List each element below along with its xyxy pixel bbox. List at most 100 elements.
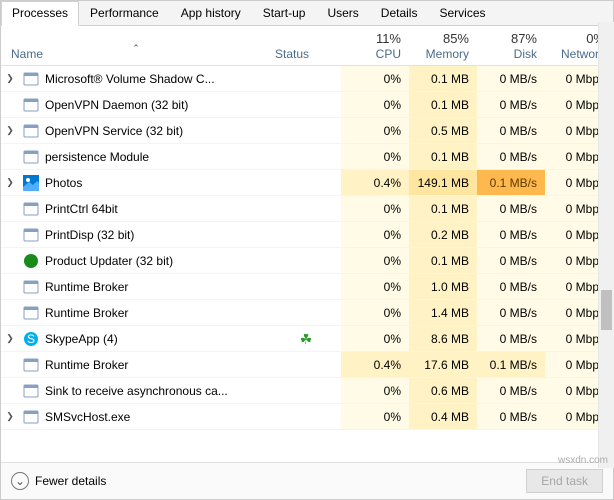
process-name: Microsoft® Volume Shadow C... xyxy=(43,72,271,86)
expander-icon[interactable]: ❯ xyxy=(1,411,19,422)
svg-text:S: S xyxy=(27,332,35,346)
table-row[interactable]: ❯OpenVPN Service (32 bit)0%0.5 MB0 MB/s0… xyxy=(1,118,613,144)
memory-cell: 0.2 MB xyxy=(409,222,477,247)
tab-performance[interactable]: Performance xyxy=(79,1,170,25)
col-name-label: Name xyxy=(11,47,43,61)
table-row[interactable]: Runtime Broker0%1.0 MB0 MB/s0 Mbps xyxy=(1,274,613,300)
tab-details[interactable]: Details xyxy=(370,1,429,25)
end-task-button[interactable]: End task xyxy=(526,469,603,493)
process-name: OpenVPN Daemon (32 bit) xyxy=(43,98,271,112)
tab-services[interactable]: Services xyxy=(428,1,496,25)
table-row[interactable]: PrintCtrl 64bit0%0.1 MB0 MB/s0 Mbps xyxy=(1,196,613,222)
table-row[interactable]: ❯Photos0.4%149.1 MB0.1 MB/s0 Mbps xyxy=(1,170,613,196)
cpu-cell: 0% xyxy=(341,248,409,273)
process-icon xyxy=(23,97,39,113)
process-icon xyxy=(23,279,39,295)
cpu-pct: 11% xyxy=(376,31,401,46)
table-row[interactable]: PrintDisp (32 bit)0%0.2 MB0 MB/s0 Mbps xyxy=(1,222,613,248)
col-header-disk[interactable]: 87% Disk xyxy=(477,29,545,65)
table-row[interactable]: OpenVPN Daemon (32 bit)0%0.1 MB0 MB/s0 M… xyxy=(1,92,613,118)
cpu-cell: 0% xyxy=(341,378,409,403)
memory-cell: 1.4 MB xyxy=(409,300,477,325)
column-headers: ⌃ Name Status 11% CPU 85% Memory 87% Dis… xyxy=(1,26,613,66)
table-row[interactable]: Product Updater (32 bit)0%0.1 MB0 MB/s0 … xyxy=(1,248,613,274)
process-list[interactable]: ❯Microsoft® Volume Shadow C...0%0.1 MB0 … xyxy=(1,66,613,462)
process-name: SMSvcHost.exe xyxy=(43,410,271,424)
memory-cell: 149.1 MB xyxy=(409,170,477,195)
table-row[interactable]: ❯SMSvcHost.exe0%0.4 MB0 MB/s0 Mbps xyxy=(1,404,613,430)
memory-cell: 1.0 MB xyxy=(409,274,477,299)
cpu-cell: 0% xyxy=(341,144,409,169)
process-status: ☘ xyxy=(271,332,341,346)
process-name: Runtime Broker xyxy=(43,280,271,294)
table-row[interactable]: persistence Module0%0.1 MB0 MB/s0 Mbps xyxy=(1,144,613,170)
process-icon xyxy=(23,357,39,373)
cpu-cell: 0% xyxy=(341,196,409,221)
memory-cell: 0.1 MB xyxy=(409,144,477,169)
col-header-status[interactable]: Status xyxy=(271,45,341,65)
disk-label: Disk xyxy=(514,47,537,61)
process-name: PrintDisp (32 bit) xyxy=(43,228,271,242)
expander-icon[interactable]: ❯ xyxy=(1,333,19,344)
disk-cell: 0 MB/s xyxy=(477,222,545,247)
disk-cell: 0 MB/s xyxy=(477,118,545,143)
col-header-cpu[interactable]: 11% CPU xyxy=(341,29,409,65)
fewer-details-label: Fewer details xyxy=(35,474,106,488)
table-row[interactable]: ❯SSkypeApp (4)☘0%8.6 MB0 MB/s0 Mbps xyxy=(1,326,613,352)
disk-cell: 0 MB/s xyxy=(477,144,545,169)
process-icon xyxy=(23,149,39,165)
mem-label: Memory xyxy=(426,47,469,61)
table-row[interactable]: Runtime Broker0.4%17.6 MB0.1 MB/s0 Mbps xyxy=(1,352,613,378)
expander-icon[interactable]: ❯ xyxy=(1,125,19,136)
expander-icon[interactable]: ❯ xyxy=(1,73,19,84)
process-icon xyxy=(23,123,39,139)
tab-start-up[interactable]: Start-up xyxy=(252,1,317,25)
expander-icon[interactable]: ❯ xyxy=(1,177,19,188)
process-icon xyxy=(23,409,39,425)
vertical-scrollbar[interactable] xyxy=(598,22,614,468)
tab-app-history[interactable]: App history xyxy=(170,1,252,25)
tab-strip: ProcessesPerformanceApp historyStart-upU… xyxy=(1,1,613,26)
disk-cell: 0.1 MB/s xyxy=(477,352,545,377)
disk-cell: 0 MB/s xyxy=(477,300,545,325)
memory-cell: 0.1 MB xyxy=(409,66,477,91)
disk-cell: 0 MB/s xyxy=(477,248,545,273)
process-name: persistence Module xyxy=(43,150,271,164)
cpu-cell: 0% xyxy=(341,222,409,247)
tab-users[interactable]: Users xyxy=(316,1,369,25)
sort-ascending-icon: ⌃ xyxy=(132,43,140,54)
table-row[interactable]: Runtime Broker0%1.4 MB0 MB/s0 Mbps xyxy=(1,300,613,326)
disk-cell: 0 MB/s xyxy=(477,92,545,117)
col-header-memory[interactable]: 85% Memory xyxy=(409,29,477,65)
process-name: PrintCtrl 64bit xyxy=(43,202,271,216)
process-name: Photos xyxy=(43,176,271,190)
memory-cell: 0.5 MB xyxy=(409,118,477,143)
process-name: Runtime Broker xyxy=(43,306,271,320)
disk-pct: 87% xyxy=(511,31,537,46)
process-icon xyxy=(23,175,39,191)
footer-bar: Fewer details End task xyxy=(1,462,613,499)
cpu-label: CPU xyxy=(376,47,401,61)
process-icon xyxy=(23,201,39,217)
tab-processes[interactable]: Processes xyxy=(1,1,79,26)
disk-cell: 0 MB/s xyxy=(477,66,545,91)
process-name: Product Updater (32 bit) xyxy=(43,254,271,268)
memory-cell: 17.6 MB xyxy=(409,352,477,377)
process-icon xyxy=(23,253,39,269)
memory-cell: 8.6 MB xyxy=(409,326,477,351)
process-icon xyxy=(23,383,39,399)
table-row[interactable]: ❯Microsoft® Volume Shadow C...0%0.1 MB0 … xyxy=(1,66,613,92)
chevron-down-icon xyxy=(11,472,29,490)
scrollbar-thumb[interactable] xyxy=(601,290,612,330)
process-name: OpenVPN Service (32 bit) xyxy=(43,124,271,138)
memory-cell: 0.4 MB xyxy=(409,404,477,429)
cpu-cell: 0% xyxy=(341,274,409,299)
fewer-details-toggle[interactable]: Fewer details xyxy=(11,472,106,490)
process-name: Runtime Broker xyxy=(43,358,271,372)
col-header-name[interactable]: ⌃ Name xyxy=(1,45,271,65)
disk-cell: 0 MB/s xyxy=(477,196,545,221)
disk-cell: 0 MB/s xyxy=(477,326,545,351)
table-row[interactable]: Sink to receive asynchronous ca...0%0.6 … xyxy=(1,378,613,404)
process-icon xyxy=(23,227,39,243)
process-name: SkypeApp (4) xyxy=(43,332,271,346)
